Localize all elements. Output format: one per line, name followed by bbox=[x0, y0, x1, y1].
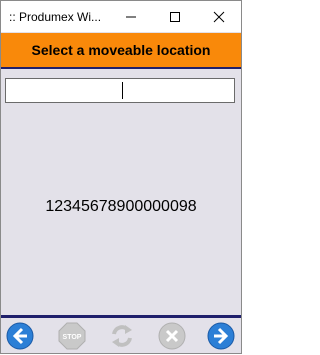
text-caret bbox=[122, 82, 123, 99]
stop-button[interactable]: STOP bbox=[58, 322, 86, 350]
location-input[interactable] bbox=[5, 78, 235, 103]
cancel-icon bbox=[158, 322, 186, 350]
maximize-icon bbox=[170, 11, 180, 22]
close-icon bbox=[213, 11, 225, 22]
app-window: :: Produmex Wi... Select a moveable loca… bbox=[0, 0, 242, 354]
next-arrow-icon bbox=[207, 322, 235, 350]
back-button[interactable] bbox=[6, 322, 34, 350]
scanned-value: 12345678900000098 bbox=[45, 198, 197, 215]
close-button[interactable] bbox=[197, 1, 241, 32]
cancel-button[interactable] bbox=[158, 322, 186, 350]
window-title: :: Produmex Wi... bbox=[9, 9, 102, 24]
header-divider bbox=[1, 67, 241, 69]
toolbar: STOP bbox=[1, 318, 241, 353]
svg-text:STOP: STOP bbox=[63, 334, 82, 341]
page-header: Select a moveable location bbox=[1, 33, 241, 67]
minimize-icon bbox=[126, 16, 136, 17]
back-arrow-icon bbox=[6, 322, 34, 350]
page-title: Select a moveable location bbox=[31, 42, 211, 58]
next-button[interactable] bbox=[207, 322, 235, 350]
refresh-icon bbox=[112, 325, 132, 347]
maximize-button[interactable] bbox=[153, 1, 197, 32]
stop-icon: STOP bbox=[58, 322, 86, 350]
refresh-button[interactable] bbox=[108, 322, 136, 350]
title-bar: :: Produmex Wi... bbox=[1, 1, 241, 32]
minimize-button[interactable] bbox=[109, 1, 153, 32]
